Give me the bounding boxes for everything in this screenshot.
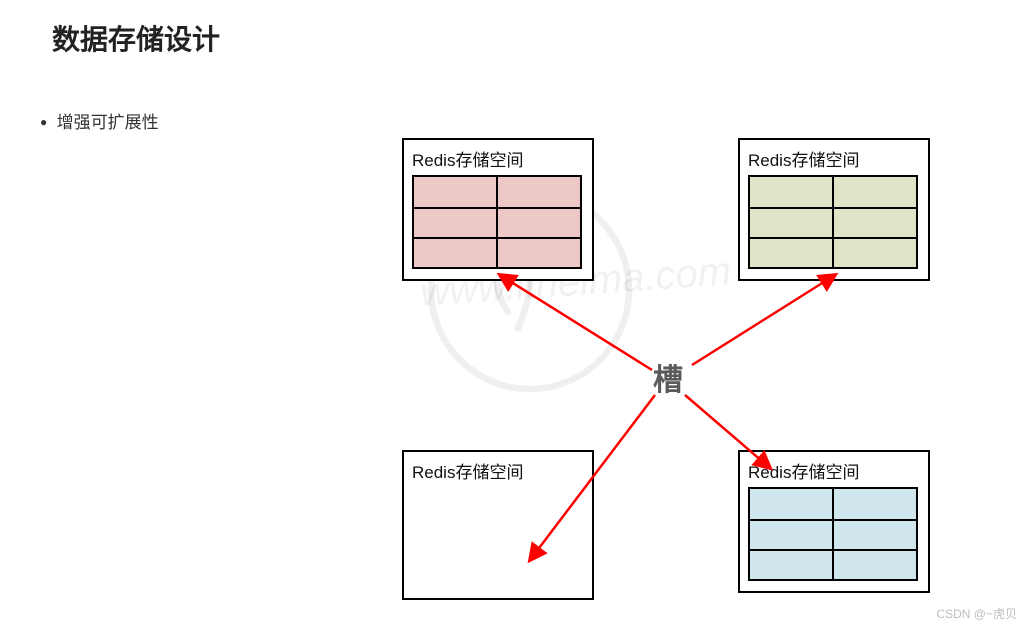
- redis-box-top-left: Redis存储空间: [402, 138, 594, 281]
- center-slot-label: 槽: [653, 355, 683, 399]
- redis-label: Redis存储空间: [748, 146, 920, 171]
- slot-grid-green: [748, 175, 918, 269]
- slot-grid-blue: [748, 487, 918, 581]
- redis-box-bottom-left: Redis存储空间: [402, 450, 594, 600]
- redis-label: Redis存储空间: [412, 146, 584, 171]
- redis-label: Redis存储空间: [412, 458, 584, 483]
- redis-label: Redis存储空间: [748, 458, 920, 483]
- slot-grid-pink: [412, 175, 582, 269]
- footer-credit: CSDN @~虎贝: [936, 605, 1017, 622]
- redis-box-bottom-right: Redis存储空间: [738, 450, 930, 593]
- diagram-area: Redis存储空间 Redis存储空间 Redis存储空间 Redis存储空间 …: [0, 0, 1035, 628]
- redis-box-top-right: Redis存储空间: [738, 138, 930, 281]
